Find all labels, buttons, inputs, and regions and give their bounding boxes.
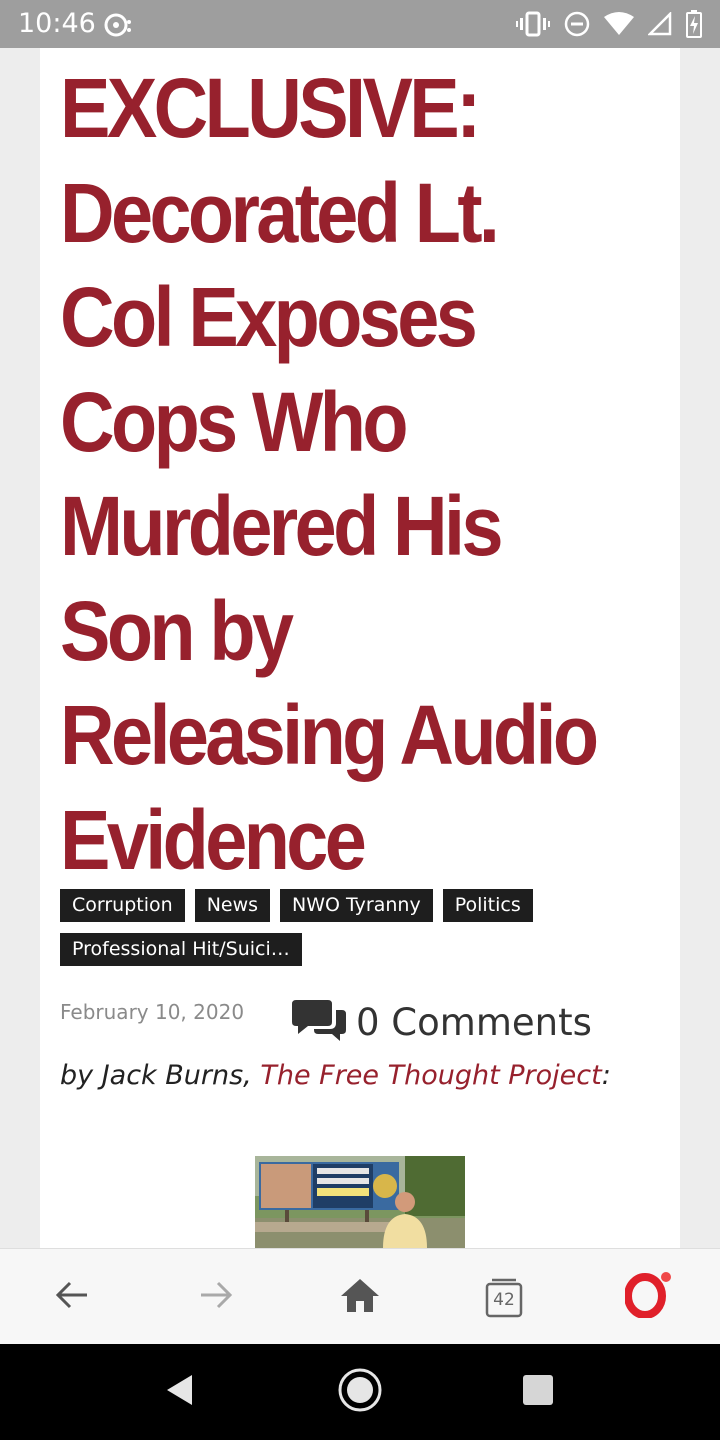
byline-suffix: : xyxy=(601,1060,611,1091)
battery-charging-icon xyxy=(686,10,702,38)
notification-icon xyxy=(104,12,132,38)
tab-count: 42 xyxy=(493,1290,515,1310)
square-recents-icon xyxy=(522,1374,554,1411)
cell-signal-icon xyxy=(648,12,672,36)
wifi-icon xyxy=(604,12,634,36)
tag-nwo-tyranny[interactable]: NWO Tyranny xyxy=(280,889,433,922)
back-arrow-icon xyxy=(54,1280,90,1315)
tag-news[interactable]: News xyxy=(194,889,271,922)
forward-button[interactable] xyxy=(190,1271,242,1323)
status-bar: 10:46 xyxy=(0,0,720,48)
browser-toolbar: 42 xyxy=(0,1248,720,1344)
do-not-disturb-icon xyxy=(564,11,590,37)
system-status-icons xyxy=(516,8,702,40)
comments-icon xyxy=(292,998,346,1047)
tabs-icon: 42 xyxy=(485,1276,523,1318)
comments-link[interactable]: 0 Comments xyxy=(292,998,592,1047)
triangle-back-icon xyxy=(164,1373,196,1412)
comments-count: 0 Comments xyxy=(356,1001,592,1044)
byline-source-link[interactable]: The Free Thought Project xyxy=(260,1060,601,1091)
tag-professional-hit[interactable]: Professional Hit/Suici… xyxy=(60,933,302,966)
article-image[interactable] xyxy=(255,1156,465,1248)
system-back-button[interactable] xyxy=(154,1366,206,1418)
opera-menu-icon xyxy=(624,1271,671,1323)
tabs-button[interactable]: 42 xyxy=(478,1271,530,1323)
byline-author: by Jack Burns, xyxy=(60,1060,261,1091)
system-recents-button[interactable] xyxy=(512,1366,564,1418)
clock: 10:46 xyxy=(18,8,96,39)
circle-home-icon xyxy=(337,1367,383,1418)
vibrate-icon xyxy=(516,11,550,37)
article-card: EXCLUSIVE: Decorated Lt. Col Exposes Cop… xyxy=(40,48,680,1248)
tag-politics[interactable]: Politics xyxy=(442,889,533,922)
byline: by Jack Burns, The Free Thought Project: xyxy=(60,1060,611,1091)
home-button[interactable] xyxy=(334,1271,386,1323)
system-navigation-bar xyxy=(0,1344,720,1440)
back-button[interactable] xyxy=(46,1271,98,1323)
publish-date: February 10, 2020 xyxy=(60,1000,245,1024)
system-home-button[interactable] xyxy=(334,1366,386,1418)
opera-menu-button[interactable] xyxy=(622,1271,674,1323)
tag-corruption[interactable]: Corruption xyxy=(60,889,185,922)
tag-list: Corruption News NWO Tyranny Politics Pro… xyxy=(60,889,660,966)
home-icon xyxy=(340,1277,380,1318)
forward-arrow-icon xyxy=(198,1280,234,1315)
article-headline[interactable]: EXCLUSIVE: Decorated Lt. Col Exposes Cop… xyxy=(60,56,609,892)
